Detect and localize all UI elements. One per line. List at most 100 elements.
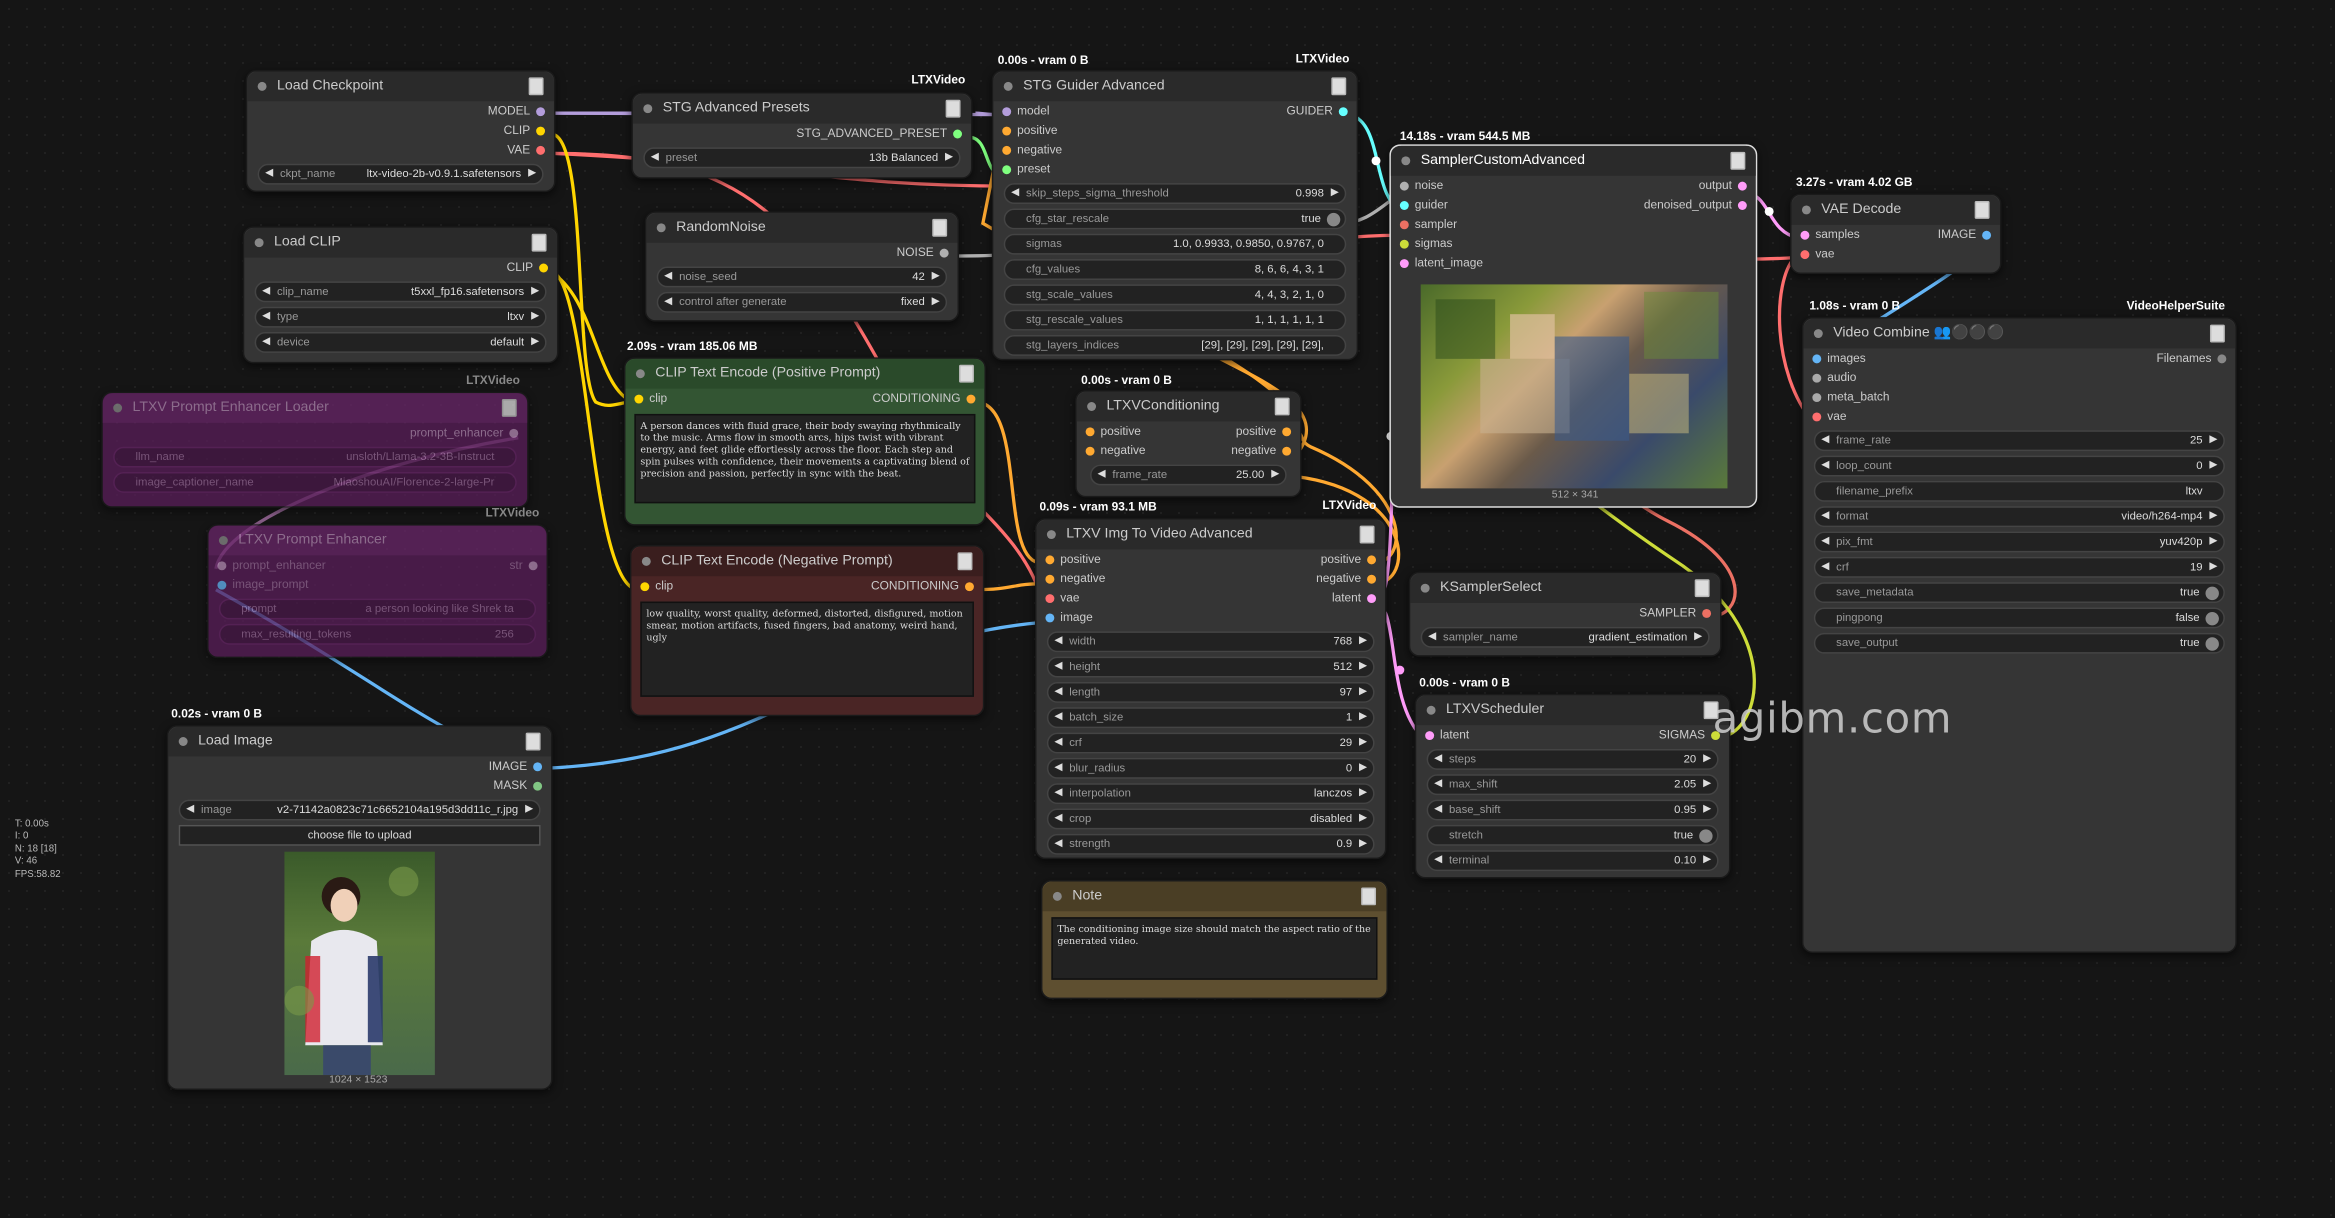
output-positive[interactable]: positive (1236, 421, 1292, 440)
terminal-input[interactable]: ◀ terminal 0.10 ▶ (1426, 850, 1719, 872)
output-prompt-enhancer[interactable]: prompt_enhancer (410, 423, 519, 442)
device-combo[interactable]: ◀ device default ▶ (254, 332, 547, 353)
socket-icon[interactable] (1045, 593, 1055, 603)
input-image[interactable]: image (1045, 608, 1093, 627)
node-header[interactable]: Load CLIP (244, 227, 557, 258)
arrow-left-icon[interactable]: ◀ (1821, 432, 1829, 450)
socket-icon[interactable] (1282, 426, 1292, 436)
input-latent-image[interactable]: latent_image (1399, 253, 1483, 272)
sampler-custom-advanced-node[interactable]: SamplerCustomAdvanced noise output guider… (1389, 144, 1758, 508)
arrow-right-icon[interactable]: ▶ (1694, 628, 1702, 646)
socket-icon[interactable] (536, 145, 546, 155)
input-clip[interactable]: clip (640, 576, 673, 595)
collapse-dot-icon[interactable] (1052, 891, 1062, 901)
steps-input[interactable]: ◀ steps 20 ▶ (1426, 748, 1719, 770)
stg-rescale-values-input[interactable]: stg_rescale_values 1, 1, 1, 1, 1, 1 (1003, 309, 1347, 331)
collapse-dot-icon[interactable] (1813, 329, 1823, 339)
arrow-right-icon[interactable]: ▶ (1703, 750, 1711, 768)
doc-icon[interactable] (525, 732, 541, 751)
socket-icon[interactable] (1282, 445, 1292, 455)
input-sampler[interactable]: sampler (1399, 214, 1457, 233)
arrow-right-icon[interactable]: ▶ (945, 149, 953, 167)
doc-icon[interactable] (1694, 579, 1710, 598)
node-header[interactable]: Video Combine 👥⚫⚫⚫ (1803, 318, 2236, 349)
skip-steps-sigma-threshold-input[interactable]: ◀ skip_steps_sigma_threshold 0.998 ▶ (1003, 183, 1347, 204)
socket-icon[interactable] (1702, 608, 1712, 618)
input-vae[interactable]: vae (1800, 244, 1835, 263)
output-clip[interactable]: CLIP (504, 121, 546, 140)
collapse-dot-icon[interactable] (641, 556, 651, 566)
toggle-knob-icon[interactable] (1699, 828, 1713, 843)
crf-input[interactable]: ◀ crf 29 ▶ (1046, 732, 1375, 754)
output-denoised[interactable]: denoised_output (1644, 195, 1747, 214)
arrow-left-icon[interactable]: ◀ (1054, 759, 1062, 777)
prompt-input[interactable]: prompt a person looking like Shrek ta (218, 598, 537, 620)
arrow-right-icon[interactable]: ▶ (1359, 785, 1367, 803)
pix-fmt-input[interactable]: ◀ pix_fmt yuv420p ▶ (1813, 531, 2225, 553)
collapse-dot-icon[interactable] (1801, 205, 1811, 215)
socket-icon[interactable] (1982, 230, 1992, 239)
socket-icon[interactable] (533, 761, 543, 771)
arrow-right-icon[interactable]: ▶ (932, 268, 940, 286)
output-conditioning[interactable]: CONDITIONING (871, 576, 974, 595)
clip-name-combo[interactable]: ◀ clip_name t5xxl_fp16.safetensors ▶ (254, 281, 547, 303)
collapse-dot-icon[interactable] (635, 369, 645, 379)
prompt-enhancer-node[interactable]: LTXV Prompt Enhancer prompt_enhancer str … (206, 524, 549, 659)
arrow-left-icon[interactable]: ◀ (1821, 533, 1829, 551)
stretch-toggle[interactable]: stretch true (1426, 824, 1719, 846)
max-shift-input[interactable]: ◀ max_shift 2.05 ▶ (1426, 774, 1719, 796)
arrow-left-icon[interactable]: ◀ (1434, 852, 1442, 870)
input-samples[interactable]: samples (1800, 225, 1860, 244)
socket-icon[interactable] (509, 428, 519, 438)
node-header[interactable]: CLIP Text Encode (Negative Prompt) (631, 546, 983, 577)
node-header[interactable]: KSamplerSelect (1410, 573, 1721, 604)
batch-size-input[interactable]: ◀ batch_size 1 ▶ (1046, 707, 1375, 729)
output-filenames[interactable]: Filenames (2157, 348, 2227, 367)
collapse-dot-icon[interactable] (1401, 156, 1411, 166)
input-positive[interactable]: positive (1045, 549, 1101, 568)
arrow-left-icon[interactable]: ◀ (1054, 633, 1062, 651)
node-header[interactable]: SamplerCustomAdvanced (1390, 145, 1756, 176)
node-header[interactable]: LTXVConditioning (1076, 391, 1301, 422)
output-negative[interactable]: negative (1316, 569, 1377, 588)
format-input[interactable]: ◀ format video/h264-mp4 ▶ (1813, 506, 2225, 528)
stg-scale-values-input[interactable]: stg_scale_values 4, 4, 3, 2, 1, 0 (1003, 284, 1347, 306)
socket-icon[interactable] (1367, 554, 1377, 564)
arrow-left-icon[interactable]: ◀ (1821, 457, 1829, 475)
output-guider[interactable]: GUIDER (1286, 101, 1348, 120)
arrow-left-icon[interactable]: ◀ (1434, 776, 1442, 794)
collapse-dot-icon[interactable] (254, 238, 264, 248)
node-header[interactable]: STG Guider Advanced (993, 71, 1357, 102)
input-noise[interactable]: noise (1399, 176, 1443, 195)
arrow-right-icon[interactable]: ▶ (528, 165, 536, 183)
socket-icon[interactable] (1399, 180, 1409, 190)
arrow-right-icon[interactable]: ▶ (1703, 776, 1711, 794)
socket-icon[interactable] (1812, 411, 1822, 421)
arrow-left-icon[interactable]: ◀ (1054, 785, 1062, 803)
arrow-right-icon[interactable]: ▶ (1703, 801, 1711, 819)
socket-icon[interactable] (217, 579, 227, 589)
collapse-dot-icon[interactable] (656, 223, 666, 233)
clip-text-encode-negative-node[interactable]: CLIP Text Encode (Negative Prompt) clip C… (629, 544, 985, 717)
arrow-left-icon[interactable]: ◀ (1054, 709, 1062, 727)
input-meta-batch[interactable]: meta_batch (1812, 387, 1890, 406)
arrow-right-icon[interactable]: ▶ (1271, 466, 1279, 484)
socket-icon[interactable] (1002, 164, 1012, 174)
socket-icon[interactable] (1812, 392, 1822, 402)
arrow-left-icon[interactable]: ◀ (1434, 750, 1442, 768)
socket-icon[interactable] (1045, 612, 1055, 622)
socket-icon[interactable] (1812, 353, 1822, 363)
crf-input[interactable]: ◀ crf 19 ▶ (1813, 556, 2225, 578)
output-latent[interactable]: latent (1332, 588, 1377, 607)
cfg-values-input[interactable]: cfg_values 8, 6, 6, 4, 3, 1 (1003, 259, 1347, 280)
input-positive[interactable]: positive (1085, 421, 1141, 440)
clip-text-encode-positive-node[interactable]: CLIP Text Encode (Positive Prompt) clip C… (623, 357, 986, 526)
socket-icon[interactable] (1338, 106, 1348, 116)
socket-icon[interactable] (1367, 593, 1377, 603)
arrow-right-icon[interactable]: ▶ (531, 308, 539, 326)
input-guider[interactable]: guider (1399, 195, 1448, 214)
node-header[interactable]: Load Image (168, 726, 552, 757)
arrow-left-icon[interactable]: ◀ (1434, 801, 1442, 819)
save-output-toggle[interactable]: save_output true (1813, 632, 2225, 654)
note-textarea[interactable]: The conditioning image size should match… (1051, 917, 1378, 980)
